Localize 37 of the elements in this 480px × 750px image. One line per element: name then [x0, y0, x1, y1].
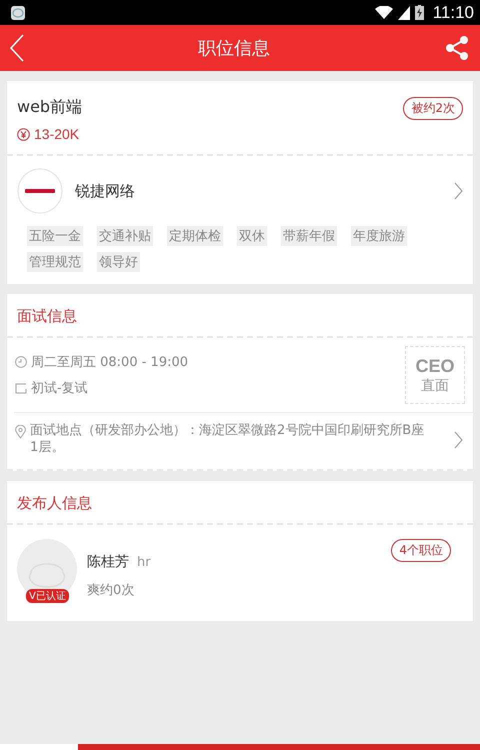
- share-icon[interactable]: [444, 35, 470, 61]
- salary-text: 13-20K: [34, 126, 80, 142]
- location-pin-icon: [15, 425, 26, 439]
- app-icon: [10, 4, 26, 20]
- benefit-tag: 交通补贴: [97, 226, 153, 246]
- job-title: web前端: [17, 97, 82, 118]
- interview-rounds: 初试-复试: [31, 380, 88, 397]
- section-heading: 发布人信息: [17, 494, 92, 512]
- signal-icon: [398, 6, 410, 20]
- benefit-tag: 带薪年假: [281, 226, 337, 246]
- jobs-count-badge[interactable]: 4个职位: [391, 538, 451, 562]
- benefit-tag: 年度旅游: [351, 226, 407, 246]
- interview-time: 周二至周五 08:00 - 19:00: [31, 354, 188, 371]
- interview-location: 面试地点（研发部办公地）：海淀区翠微路2号院中国印刷研究所B座1层。: [30, 423, 426, 457]
- company-logo: [17, 168, 63, 214]
- status-time: 11:10: [432, 2, 474, 22]
- section-heading: 面试信息: [17, 307, 77, 325]
- benefit-tag: 领导好: [97, 252, 140, 272]
- battery-icon: [414, 5, 424, 20]
- benefit-tag: 五险一金: [27, 226, 83, 246]
- chevron-right-icon[interactable]: [454, 430, 463, 449]
- benefit-tag: 定期体检: [167, 226, 223, 246]
- wifi-icon: [374, 6, 393, 20]
- yuan-icon: [17, 128, 30, 140]
- ceo-interview-badge: CEO 直面: [405, 346, 465, 404]
- booked-count-badge: 被约2次: [403, 97, 463, 120]
- verified-badge: V已认证: [26, 588, 69, 603]
- benefit-tag: 双休: [237, 226, 267, 246]
- no-show-count: 爽约0次: [87, 582, 136, 599]
- publisher-name: 陈桂芳: [87, 552, 129, 571]
- publisher-role: hr: [137, 554, 151, 570]
- chevron-right-icon[interactable]: [454, 182, 463, 200]
- clock-icon: [15, 356, 27, 368]
- page-title: 职位信息: [198, 37, 270, 60]
- company-name: 锐捷网络: [75, 182, 136, 200]
- benefit-tag: 管理规范: [27, 252, 83, 272]
- back-icon[interactable]: [10, 34, 24, 62]
